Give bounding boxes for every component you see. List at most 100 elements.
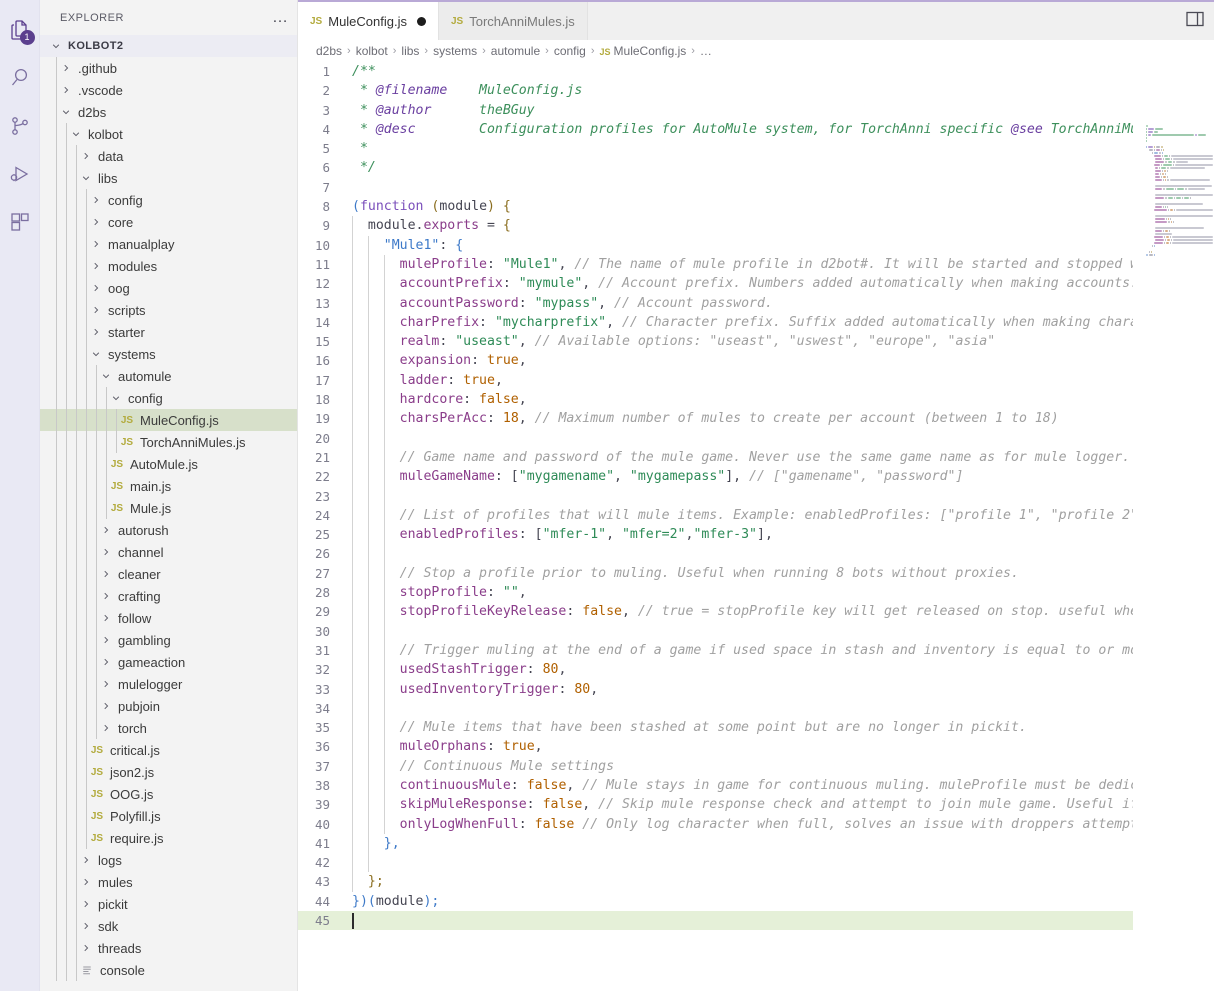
- chevron-right-icon[interactable]: [98, 657, 114, 667]
- tree-folder-item[interactable]: gambling: [40, 629, 297, 651]
- chevron-right-icon[interactable]: [78, 921, 94, 931]
- tree-folder-item[interactable]: d2bs: [40, 101, 297, 123]
- chevron-right-icon[interactable]: [98, 635, 114, 645]
- tree-file-item[interactable]: JS main.js: [40, 475, 297, 497]
- tree-folder-item[interactable]: logs: [40, 849, 297, 871]
- tree-folder-item[interactable]: libs: [40, 167, 297, 189]
- editor-tab[interactable]: JS TorchAnniMules.js: [439, 2, 588, 40]
- breadcrumb-item[interactable]: automule: [491, 44, 540, 58]
- tree-folder-item[interactable]: crafting: [40, 585, 297, 607]
- chevron-right-icon[interactable]: [78, 899, 94, 909]
- tree-indent-guide: [66, 585, 67, 607]
- activity-bar-item-search[interactable]: [0, 54, 40, 102]
- chevron-right-icon[interactable]: [88, 327, 104, 337]
- code-indent-guide: [352, 447, 353, 468]
- tree-folder-item[interactable]: config: [40, 189, 297, 211]
- activity-bar-item-explorer[interactable]: 1: [0, 6, 40, 54]
- breadcrumb-item[interactable]: d2bs: [316, 44, 342, 58]
- tree-folder-item[interactable]: manualplay: [40, 233, 297, 255]
- tree-folder-item[interactable]: threads: [40, 937, 297, 959]
- chevron-down-icon[interactable]: [58, 107, 74, 117]
- chevron-down-icon[interactable]: [88, 349, 104, 359]
- chevron-right-icon[interactable]: [98, 547, 114, 557]
- tree-folder-item[interactable]: gameaction: [40, 651, 297, 673]
- tree-folder-item[interactable]: oog: [40, 277, 297, 299]
- tree-file-item[interactable]: JS TorchAnniMules.js: [40, 431, 297, 453]
- tree-folder-item[interactable]: core: [40, 211, 297, 233]
- activity-bar-item-source-control[interactable]: [0, 102, 40, 150]
- tree-folder-item[interactable]: channel: [40, 541, 297, 563]
- chevron-right-icon[interactable]: [98, 701, 114, 711]
- chevron-right-icon[interactable]: [88, 195, 104, 205]
- tree-folder-item[interactable]: .vscode: [40, 79, 297, 101]
- tree-file-item[interactable]: JS AutoMule.js: [40, 453, 297, 475]
- chevron-right-icon[interactable]: [78, 151, 94, 161]
- tree-folder-item[interactable]: modules: [40, 255, 297, 277]
- tree-folder-item[interactable]: .github: [40, 57, 297, 79]
- tree-file-item[interactable]: JS json2.js: [40, 761, 297, 783]
- breadcrumb-item[interactable]: JS MuleConfig.js: [600, 44, 687, 58]
- tree-file-item[interactable]: console: [40, 959, 297, 981]
- tree-file-item[interactable]: JS Polyfill.js: [40, 805, 297, 827]
- breadcrumb-item[interactable]: systems: [433, 44, 477, 58]
- tree-file-item[interactable]: JS OOG.js: [40, 783, 297, 805]
- tree-folder-item[interactable]: mulelogger: [40, 673, 297, 695]
- breadcrumb-item[interactable]: libs: [401, 44, 419, 58]
- minimap[interactable]: [1133, 62, 1214, 991]
- tree-folder-item[interactable]: systems: [40, 343, 297, 365]
- js-file-icon: JS: [90, 788, 104, 800]
- chevron-right-icon[interactable]: [78, 855, 94, 865]
- chevron-down-icon[interactable]: [108, 393, 124, 403]
- chevron-right-icon[interactable]: [78, 943, 94, 953]
- chevron-right-icon[interactable]: [98, 569, 114, 579]
- tree-file-item[interactable]: JS critical.js: [40, 739, 297, 761]
- chevron-right-icon[interactable]: [58, 85, 74, 95]
- activity-bar-item-extensions[interactable]: [0, 198, 40, 246]
- code-token: ,: [558, 256, 575, 272]
- tree-root-item[interactable]: KOLBOT2: [40, 35, 297, 57]
- chevron-right-icon[interactable]: [88, 261, 104, 271]
- tree-folder-item[interactable]: torch: [40, 717, 297, 739]
- chevron-right-icon[interactable]: [98, 525, 114, 535]
- toggle-secondary-sidebar-button[interactable]: [1184, 10, 1206, 32]
- tree-folder-item[interactable]: pubjoin: [40, 695, 297, 717]
- chevron-right-icon[interactable]: [88, 283, 104, 293]
- tree-file-item[interactable]: JS MuleConfig.js: [40, 409, 297, 431]
- chevron-down-icon[interactable]: [78, 173, 94, 183]
- tree-folder-item[interactable]: mules: [40, 871, 297, 893]
- tree-folder-item[interactable]: automule: [40, 365, 297, 387]
- tree-file-item[interactable]: JS Mule.js: [40, 497, 297, 519]
- chevron-right-icon[interactable]: [98, 613, 114, 623]
- editor-tab[interactable]: JS MuleConfig.js: [298, 2, 439, 40]
- chevron-right-icon[interactable]: [98, 723, 114, 733]
- explorer-more-actions-icon[interactable]: …: [272, 9, 289, 25]
- code-line-text: stopProfile: "",: [342, 583, 1133, 603]
- tree-folder-item[interactable]: cleaner: [40, 563, 297, 585]
- activity-bar-item-run-debug[interactable]: [0, 150, 40, 198]
- tree-folder-item[interactable]: sdk: [40, 915, 297, 937]
- chevron-down-icon[interactable]: [98, 371, 114, 381]
- tree-folder-item[interactable]: starter: [40, 321, 297, 343]
- breadcrumb-item[interactable]: config: [554, 44, 586, 58]
- chevron-right-icon[interactable]: [78, 877, 94, 887]
- chevron-right-icon[interactable]: [58, 63, 74, 73]
- tree-folder-item[interactable]: config: [40, 387, 297, 409]
- chevron-right-icon[interactable]: [88, 305, 104, 315]
- chevron-right-icon[interactable]: [88, 239, 104, 249]
- chevron-right-icon[interactable]: [98, 679, 114, 689]
- code-editor[interactable]: 1/** 2 * @filename MuleConfig.js 3 * @auth…: [298, 62, 1214, 991]
- tree-folder-item[interactable]: data: [40, 145, 297, 167]
- tree-folder-item[interactable]: scripts: [40, 299, 297, 321]
- chevron-right-icon[interactable]: [88, 217, 104, 227]
- unsaved-changes-indicator[interactable]: [417, 16, 426, 26]
- tree-folder-item[interactable]: autorush: [40, 519, 297, 541]
- tree-folder-item[interactable]: kolbot: [40, 123, 297, 145]
- tree-file-item[interactable]: JS require.js: [40, 827, 297, 849]
- chevron-right-icon[interactable]: [98, 591, 114, 601]
- breadcrumb-item[interactable]: kolbot: [356, 44, 388, 58]
- tree-folder-item[interactable]: pickit: [40, 893, 297, 915]
- chevron-down-icon[interactable]: [68, 129, 84, 139]
- tree-folder-item[interactable]: follow: [40, 607, 297, 629]
- chevron-down-icon[interactable]: [48, 41, 64, 51]
- breadcrumb-item[interactable]: …: [700, 44, 712, 58]
